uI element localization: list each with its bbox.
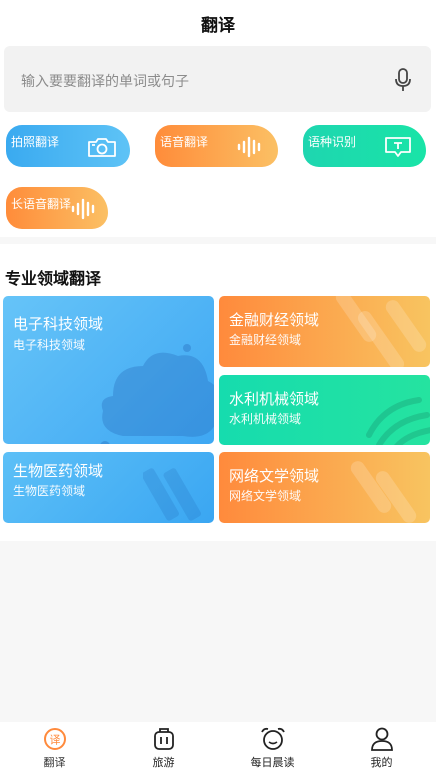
sound-wave-icon (71, 198, 95, 220)
camera-icon (88, 138, 116, 157)
domain-card-finance[interactable]: 金融财经领域 金融财经领域 (219, 296, 430, 367)
domain-card-web-literature[interactable]: 网络文学领域 网络文学领域 (219, 452, 430, 523)
waves-decoration (366, 397, 430, 445)
voice-translate-label: 语音翻译 (160, 135, 209, 149)
domain-card-title: 水利机械领域 (229, 390, 320, 408)
stripes-decoration (143, 468, 201, 521)
alarm-clock-icon (260, 727, 285, 750)
luggage-icon (153, 728, 174, 750)
sound-wave-icon (237, 136, 261, 158)
tab-label: 我的 (370, 756, 393, 769)
domain-card-title: 生物医药领域 (13, 462, 104, 480)
language-detect-label: 语种识别 (308, 135, 357, 149)
translate-panel: 输入要要翻译的单词或句子 拍照翻译 语音翻译 语种识别 长语音翻译 (0, 44, 436, 237)
language-detect-button[interactable]: 语种识别 (303, 125, 426, 167)
domain-card-electronics[interactable]: 电子科技领域 电子科技领域 (3, 296, 214, 444)
page-title: 翻译 (201, 16, 235, 36)
domain-card-subtitle: 水利机械领域 (229, 412, 302, 426)
photo-translate-label: 拍照翻译 (11, 135, 60, 149)
user-icon (370, 727, 393, 751)
bottom-tab-bar: 译 翻译 旅游 每日晨读 我的 (0, 722, 436, 778)
tab-translate[interactable]: 译 翻译 (0, 722, 109, 778)
domain-card-subtitle: 金融财经领域 (229, 333, 302, 347)
domain-card-subtitle: 网络文学领域 (229, 489, 302, 503)
domain-card-subtitle: 生物医药领域 (13, 484, 86, 498)
tab-label: 每日晨读 (250, 756, 295, 769)
app-header: 翻译 (0, 0, 436, 44)
tab-travel[interactable]: 旅游 (109, 722, 218, 778)
domain-card-title: 金融财经领域 (229, 311, 320, 329)
domain-card-title: 网络文学领域 (229, 467, 320, 485)
long-voice-translate-button[interactable]: 长语音翻译 (6, 187, 108, 229)
long-voice-translate-label: 长语音翻译 (11, 197, 72, 211)
voice-translate-button[interactable]: 语音翻译 (155, 125, 278, 167)
section-title: 专业领域翻译 (5, 269, 102, 288)
cloud-decoration (100, 344, 214, 444)
text-bubble-icon (385, 137, 411, 157)
tab-morning-reading[interactable]: 每日晨读 (218, 722, 327, 778)
tab-label: 旅游 (152, 756, 175, 769)
translate-icon-glyph: 译 (49, 734, 60, 747)
domain-card-subtitle: 电子科技领域 (13, 338, 86, 352)
tab-profile[interactable]: 我的 (327, 722, 436, 778)
stripes-decoration (335, 296, 427, 367)
photo-translate-button[interactable]: 拍照翻译 (6, 125, 130, 167)
stripes-decoration (350, 461, 417, 523)
search-input[interactable]: 输入要要翻译的单词或句子 (4, 46, 431, 112)
domain-section: 专业领域翻译 电子科技领域 电子科技领域 金融财经领域 金融财经领域 水利机械领… (0, 244, 436, 541)
search-placeholder: 输入要要翻译的单词或句子 (21, 74, 189, 90)
domain-card-title: 电子科技领域 (13, 315, 104, 333)
translate-icon: 译 (43, 728, 66, 750)
domain-card-water-machinery[interactable]: 水利机械领域 水利机械领域 (219, 375, 430, 445)
tab-label: 翻译 (43, 756, 66, 769)
domain-card-biomedicine[interactable]: 生物医药领域 生物医药领域 (3, 452, 214, 523)
microphone-icon[interactable] (393, 68, 413, 92)
